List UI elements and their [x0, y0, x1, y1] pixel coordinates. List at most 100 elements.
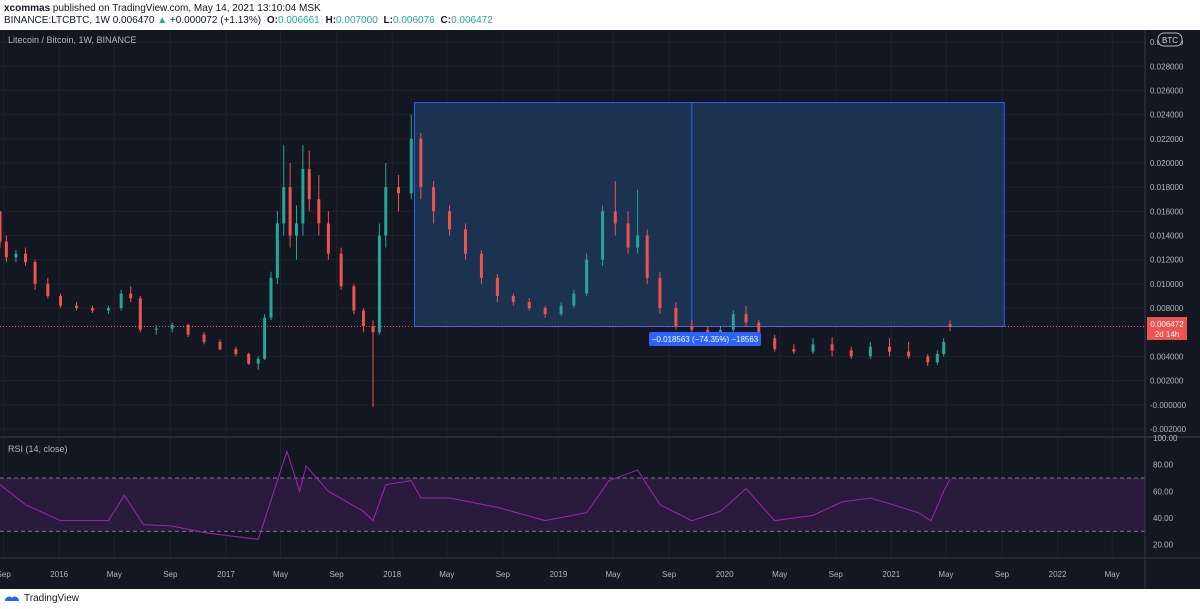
candle-body [636, 235, 640, 248]
candle-body [658, 277, 662, 309]
rsi-axis[interactable]: 100.00 80.00 60.00 40.00 20.00 [1153, 434, 1178, 550]
candle-body [256, 358, 260, 364]
candle-body [377, 235, 381, 333]
time-tick-label: May [772, 570, 787, 579]
candle-body [46, 283, 50, 296]
time-tick-label: Sep [662, 570, 677, 579]
time-tick-label: 2016 [50, 570, 68, 579]
candle-body [90, 308, 94, 311]
rsi-tick-label: 100.00 [1153, 434, 1178, 443]
price-tick-label: 0.012000 [1150, 256, 1184, 265]
price-tick-label: 0.016000 [1150, 207, 1184, 216]
candle-body [942, 341, 946, 354]
candle-body [419, 138, 423, 188]
candle-body [706, 329, 710, 333]
time-tick-label: Sep [329, 570, 344, 579]
candle-body [792, 349, 796, 352]
candle-body [4, 241, 8, 258]
time-tick-label: May [605, 570, 620, 579]
candle-body [448, 211, 452, 230]
candle-body [371, 326, 375, 333]
currency-badge-label: BTC [1162, 36, 1178, 45]
author-name[interactable]: xcommas [4, 3, 50, 14]
candle-body [269, 277, 273, 318]
close-value: 0.006472 [451, 15, 493, 26]
candle-body [295, 223, 299, 236]
measure-label-text: −0.018563 (−74.35%) −18563 [652, 335, 759, 344]
footer-brand: TradingView [24, 593, 80, 604]
candle-body [613, 211, 617, 224]
candle-body [288, 187, 292, 236]
candle-body [479, 253, 483, 278]
candle-body [744, 314, 748, 323]
time-tick-label: May [439, 570, 454, 579]
open-label: O: [266, 15, 278, 26]
candle-body [33, 262, 37, 284]
candle-body [154, 328, 158, 330]
rsi-band [0, 478, 1145, 532]
publish-info: published on TradingView.com, May 14, 20… [50, 3, 321, 14]
time-tick-label: Sep [829, 570, 844, 579]
time-tick-label: 2018 [383, 570, 401, 579]
high-value: 0.007000 [336, 15, 378, 26]
time-tick-label: May [107, 570, 122, 579]
chart-canvas[interactable]: 0.0300000.0280000.0260000.0240000.022000… [0, 30, 1200, 589]
time-tick-label: 2020 [716, 570, 734, 579]
candle-body [129, 293, 133, 299]
tradingview-logo-icon [5, 596, 19, 601]
candle-body [601, 211, 605, 260]
candle-body [543, 308, 547, 315]
candle-body [585, 259, 589, 294]
candle-body [511, 295, 515, 303]
candle-body [811, 344, 815, 352]
candle-body [247, 354, 251, 364]
price-tick-label: -0.002000 [1150, 425, 1187, 434]
price-tick-label: 0.026000 [1150, 86, 1184, 95]
candle-body [626, 223, 630, 248]
rsi-tick-label: 60.00 [1153, 487, 1174, 496]
rsi-label: RSI (14, close) [8, 444, 68, 454]
price-tick-label: 0.018000 [1150, 183, 1184, 192]
publish-line: xcommas published on TradingView.com, Ma… [4, 3, 321, 14]
price-tick-label: 0.020000 [1150, 159, 1184, 168]
candle-body [218, 341, 222, 350]
candle-body [119, 293, 123, 309]
time-tick-label: 2021 [882, 570, 900, 579]
symbol-line: BINANCE:LTCBTC, 1W 0.006470 ▲ +0.000072 … [4, 15, 493, 26]
time-tick-label: 2019 [549, 570, 567, 579]
candle-body [59, 295, 63, 306]
candle-body [275, 223, 279, 278]
price-tick-label: 0.002000 [1150, 377, 1184, 386]
candle-body [186, 324, 190, 335]
time-tick-label: May [938, 570, 953, 579]
time-tick-label: Sep [163, 570, 178, 579]
time-tick-label: Sep [995, 570, 1010, 579]
price-axis[interactable]: 0.0300000.0280000.0260000.0240000.022000… [1150, 38, 1187, 434]
measure-rectangle[interactable] [413, 102, 1005, 328]
open-value: 0.006661 [277, 15, 320, 26]
time-tick-label: May [1105, 570, 1120, 579]
candle-body [397, 187, 401, 194]
candle-body [674, 308, 678, 327]
time-axis[interactable]: Sep 2016 May Sep 2017 May Sep 2018 May Sep 2019 May… [0, 570, 1120, 579]
candle-body [559, 305, 563, 315]
candle-body [75, 305, 79, 309]
candle-body [572, 293, 576, 306]
price-tick-label: 0.022000 [1150, 135, 1184, 144]
candle-body [849, 350, 853, 357]
price-tag: 0.006472 2d 14h [1147, 317, 1187, 340]
candle-body [888, 346, 892, 352]
currency-badge[interactable]: BTC [1157, 32, 1183, 47]
price-tick-label: 0.014000 [1150, 232, 1184, 241]
rsi-tick-label: 40.00 [1153, 514, 1174, 523]
low-label: L: [383, 15, 393, 26]
price-tag-value: 0.006472 [1150, 320, 1184, 329]
candle-body [463, 229, 467, 254]
candle-body [935, 354, 939, 363]
candle-body [170, 324, 174, 329]
footer: TradingView [0, 589, 1200, 609]
candle-body [690, 326, 694, 330]
candle-body [645, 235, 649, 278]
candle-body [432, 187, 436, 212]
price-tick-label: 0.010000 [1150, 280, 1184, 289]
